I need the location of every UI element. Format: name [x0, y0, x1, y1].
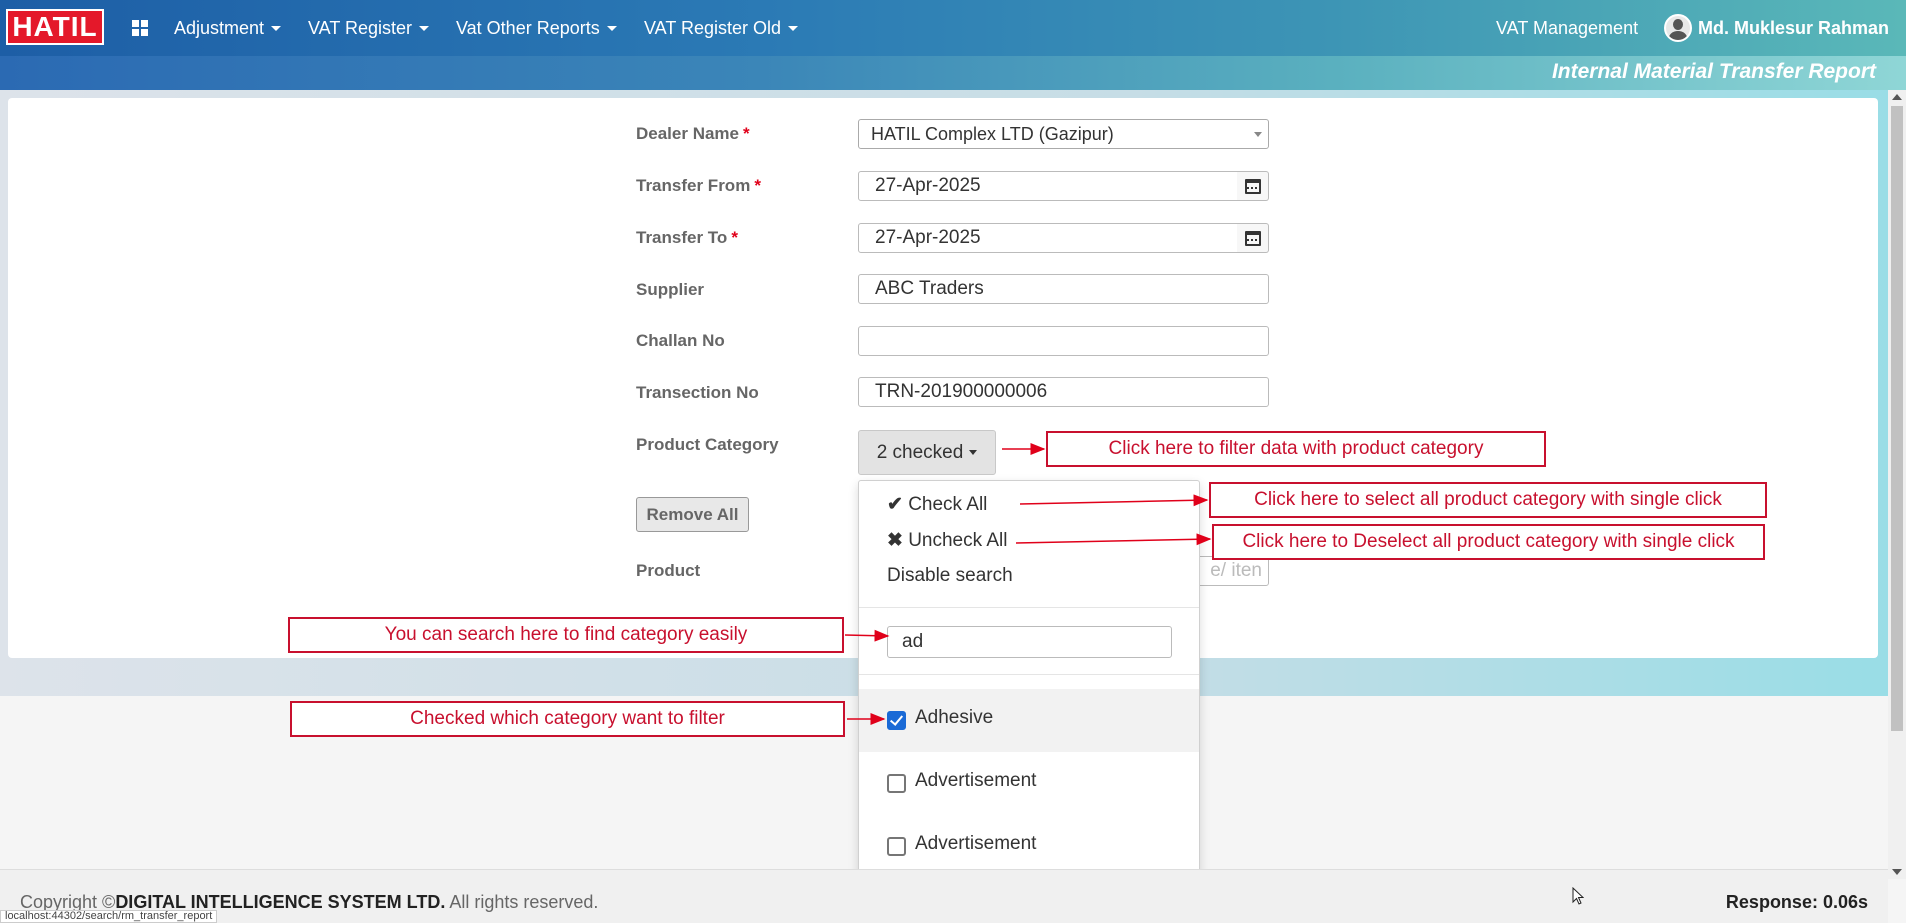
scroll-up-icon[interactable] [1892, 94, 1902, 100]
scroll-thumb[interactable] [1891, 106, 1903, 731]
annotation-arrows [844, 443, 1212, 725]
arrow-search [844, 629, 890, 642]
page-scrollbar[interactable] [1888, 90, 1906, 879]
arrow-select-all [1019, 494, 1209, 507]
footer: Copyright ©DIGITAL INTELLIGENCE SYSTEM L… [0, 869, 1888, 923]
response-time: Response: 0.06s [1725, 892, 1868, 912]
mouse-cursor-icon [1572, 887, 1584, 905]
status-bar-url: localhost:44302/search/rm_transfer_repor… [0, 910, 218, 923]
scroll-down-icon[interactable] [1892, 869, 1902, 875]
arrow-deselect-all [1015, 533, 1212, 546]
